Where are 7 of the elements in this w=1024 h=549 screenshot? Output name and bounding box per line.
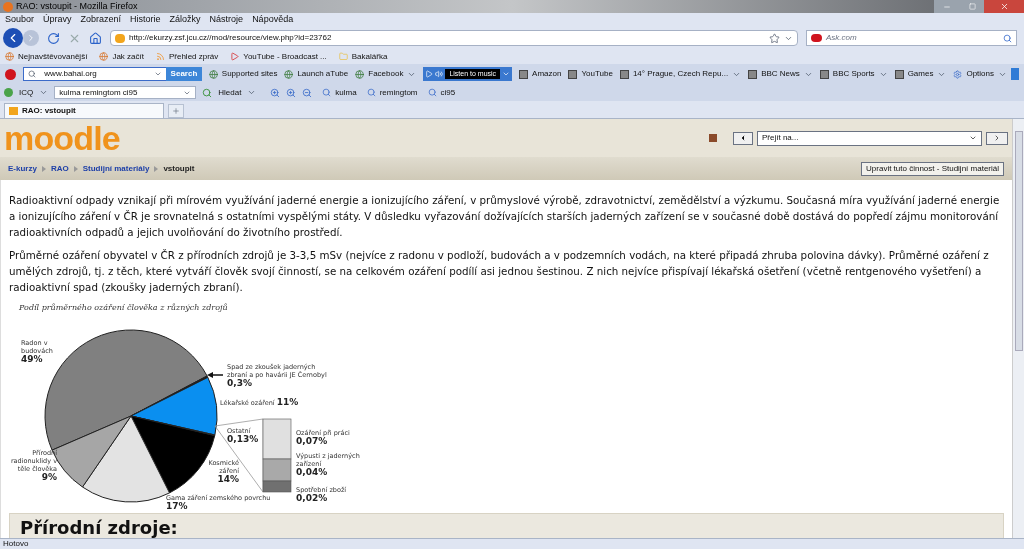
- breadcrumb-current: vstoupit: [163, 162, 195, 175]
- section-heading: Přírodní zdroje:: [20, 517, 178, 538]
- paragraph: Radioaktivní odpady vznikají při mírovém využívání jaderné energie a ionizujícího záření, v průmyslové výrobě, zdravotnictví, zemědělství a výzkumu. Současná míra využívání jaderné energie a ionizujícího záření v ČR je srovnatelná s ostatními vyspělými státy. V důsledku vyřazování dožívajících starších jaderných zařízení se v současné době dostává do popředí zájmu monitorování radioaktivních odpadů a jejich uvolňování do životního prostředí.: [9, 193, 1001, 240]
- window-title: RAO: vstoupit - Mozilla Firefox: [16, 0, 138, 13]
- status-text: Hotovo: [3, 538, 29, 549]
- paragraph: Průměrné ozáření obyvatel v ČR z přírodních zdrojů je 3-3,5 mSv (nejvíce z radonu v podloží, budovách a v podzemních vodách, na které připadá zhruba polovina dávky). Průměrné ozáření z umělých zdrojů, tj. z těch, které vytváří člověk svojí činností, se na celkovém ozáření podílí asi jednou šestinou. Z nich nejvíce přispívají lékařská ošetření (včetně rentgenového vyšetření) a radioaktivní spad (zkoušky jaderných zbraní).: [9, 248, 990, 295]
- chart-title: Podíl průměrného ozáření člověka z různých zdrojů: [19, 302, 228, 314]
